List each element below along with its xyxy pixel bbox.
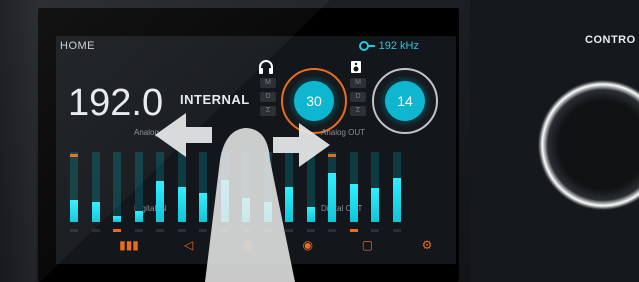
meter-peak [70, 153, 78, 157]
meter-bar [91, 152, 100, 222]
control-title: CONTRO [585, 34, 636, 46]
meter-bar [199, 152, 207, 222]
meter-channel-dot [91, 229, 100, 232]
meter-channel-dot [285, 229, 293, 232]
sample-rate-indicator: 192 kHz [358, 40, 419, 52]
meter-fill [349, 183, 358, 222]
section-analog-in: Analog [134, 128, 159, 137]
tab-mixer-icon[interactable]: ◉ [297, 234, 319, 256]
tab-headphone-ring-icon[interactable]: ◎ [237, 234, 259, 256]
meter-bar [220, 152, 229, 222]
sync-icon [358, 41, 375, 51]
meter-bar [328, 152, 336, 222]
meter-bar [134, 152, 143, 222]
tab-square-icon[interactable]: ▢ [356, 234, 378, 256]
meter-bar [70, 152, 78, 222]
sample-rate-large: 192.0 [68, 82, 164, 124]
meter-fill [156, 181, 164, 222]
meter-fill [306, 206, 315, 222]
gear-icon: ⚙ [421, 238, 433, 252]
tab-gear-icon[interactable]: ⚙ [416, 234, 438, 256]
meter-fill [328, 173, 336, 222]
square-icon: ▢ [361, 238, 374, 252]
meter-channel-dot [134, 229, 143, 232]
left-bezel [0, 0, 36, 282]
meter-peak [328, 153, 336, 157]
speaker-icon [350, 60, 362, 79]
headphone-volume-knob[interactable]: 30 [281, 68, 347, 134]
headphone-icon [258, 60, 274, 79]
tab-speaker-icon[interactable]: ◁ [178, 234, 200, 256]
sample-rate-text: 192 kHz [378, 40, 419, 52]
touch-display: HOME 192 kHz 192.0 INTERNAL M D Σ 30 M D… [38, 8, 459, 282]
meter-channel-dot [177, 229, 186, 232]
meter-fill [177, 187, 186, 222]
meter-bar [156, 152, 164, 222]
mixer-icon: ◉ [302, 238, 314, 252]
meter-channel-dot [263, 229, 272, 232]
meter-channel-dot [70, 229, 78, 232]
speaker-volume-knob[interactable]: 14 [372, 68, 438, 134]
meter-channel-dot [349, 229, 358, 232]
pill-d[interactable]: D [260, 92, 276, 102]
meter-fill [134, 210, 143, 222]
headphone-ring-icon: ◎ [242, 238, 254, 252]
meter-fill [242, 197, 250, 222]
meter-channel-dot [242, 229, 250, 232]
meter-bar [263, 152, 272, 222]
meter-bar [177, 152, 186, 222]
meter-bar [349, 152, 358, 222]
meter-fill [371, 187, 379, 222]
meters-icon: ▮▮▮ [119, 238, 139, 252]
meter-bar [285, 152, 293, 222]
meter-bar [113, 152, 121, 222]
pill-sigma[interactable]: Σ [350, 106, 366, 116]
meter-channel-dot [199, 229, 207, 232]
pill-sigma[interactable]: Σ [260, 106, 276, 116]
headphone-mode-pills[interactable]: M D Σ [260, 78, 276, 116]
meter-fill [285, 187, 293, 222]
meter-bar [392, 152, 401, 222]
level-meters [68, 148, 448, 232]
meter-bar [306, 152, 315, 222]
meter-fill [113, 216, 121, 222]
clock-source: INTERNAL [180, 92, 250, 107]
pill-d[interactable]: D [350, 92, 366, 102]
meter-channel-dot [306, 229, 315, 232]
section-analog-out: Analog OUT [321, 128, 366, 137]
speaker-volume-value: 14 [397, 93, 413, 109]
meter-channel-dot [113, 229, 121, 232]
meter-fill [70, 199, 78, 222]
tab-meters-icon[interactable]: ▮▮▮ [118, 234, 140, 256]
meter-fill [220, 180, 229, 222]
audio-interface-device: HOME 192 kHz 192.0 INTERNAL M D Σ 30 M D… [0, 0, 639, 282]
pill-m[interactable]: M [350, 78, 366, 88]
meter-fill [263, 202, 272, 222]
meter-fill [392, 177, 401, 222]
meter-fill [199, 192, 207, 222]
home-label: HOME [60, 40, 95, 52]
meter-bar [242, 152, 250, 222]
meter-channel-dot [392, 229, 401, 232]
meter-channel-dot [328, 229, 336, 232]
speaker-mode-pills[interactable]: M D Σ [350, 78, 366, 116]
headphone-volume-value: 30 [306, 93, 322, 109]
meter-channel-dot [220, 229, 229, 232]
pill-m[interactable]: M [260, 78, 276, 88]
meter-channel-dot [371, 229, 379, 232]
meter-channel-dot [156, 229, 164, 232]
meter-fill [91, 202, 100, 222]
bottom-tab-bar: ▮▮▮ ◁ ◎ ◉ ▢ ⚙ [118, 234, 438, 256]
meter-bar [371, 152, 379, 222]
speaker-icon: ◁ [183, 238, 194, 252]
